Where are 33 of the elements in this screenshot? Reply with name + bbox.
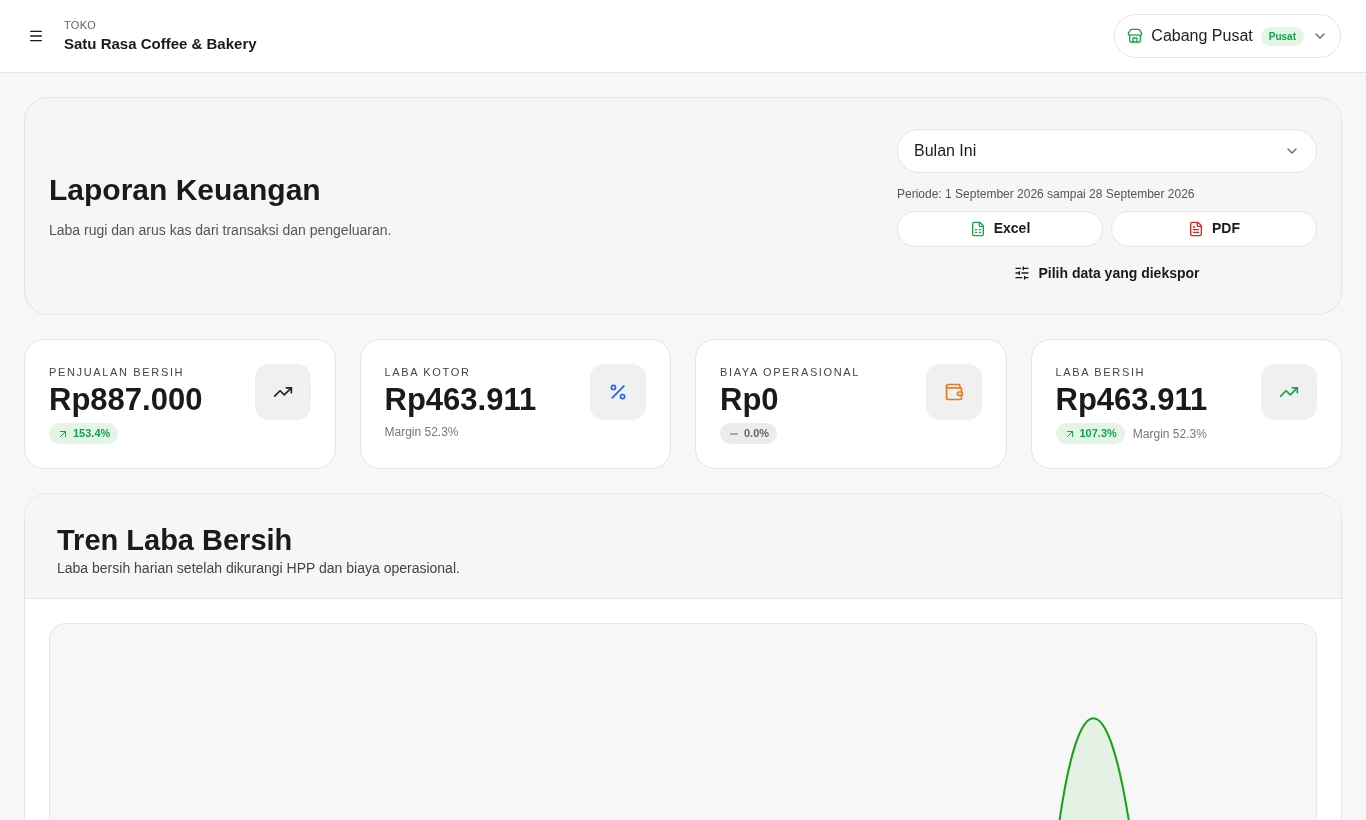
change-badge: 153.4% — [49, 423, 119, 444]
stat-value: Rp463.911 — [1055, 380, 1208, 419]
section-title: Tren Laba Bersih — [57, 523, 294, 558]
wallet-icon — [943, 382, 964, 402]
stat-value: Rp0 — [720, 380, 780, 419]
excel-button[interactable]: Excel — [897, 210, 1103, 247]
choose-data-link[interactable]: Pilih data yang diekspor — [1014, 262, 1200, 284]
stat-label: PENJUALAN BERSIH — [49, 365, 186, 380]
pdf-button[interactable]: PDF — [1111, 210, 1317, 247]
stat-label: LABA BERSIH — [1055, 365, 1147, 380]
store-icon — [1127, 28, 1144, 44]
period-select[interactable]: Bulan Ini — [897, 128, 1317, 173]
change-badge: 107.3% — [1055, 423, 1125, 444]
branch-selector[interactable]: Cabang Pusat Pusat — [1114, 14, 1341, 58]
stat-value: Rp887.000 — [49, 380, 203, 419]
page-subtitle: Laba rugi dan arus kas dari transaksi dan pengeluaran. — [49, 221, 392, 241]
stat-label: LABA KOTOR — [384, 365, 472, 380]
change-badge: 0.0% — [720, 423, 778, 444]
stat-value: Rp463.911 — [384, 380, 537, 419]
spreadsheet-icon — [969, 220, 986, 237]
stat-label: BIAYA OPERASIONAL — [720, 365, 861, 380]
sliders-icon — [1014, 265, 1031, 281]
percent-icon — [608, 382, 628, 402]
section-subtitle: Laba bersih harian setelah dikurangi HPP dan biaya operasional. — [57, 559, 461, 579]
page-title: Laporan Keuangan — [49, 171, 322, 208]
branch-badge: Pusat — [1260, 26, 1304, 46]
store-name: Satu Rasa Coffee & Bakery — [64, 34, 257, 54]
store-label: TOKO — [64, 17, 98, 33]
period-text: Periode: 1 September 2026 sampai 28 September 2026 — [897, 185, 1196, 203]
margin-note: Margin 52.3% — [1132, 425, 1207, 443]
margin-note: Margin 52.3% — [384, 424, 459, 442]
menu-icon — [28, 28, 44, 44]
document-icon — [1188, 220, 1204, 237]
